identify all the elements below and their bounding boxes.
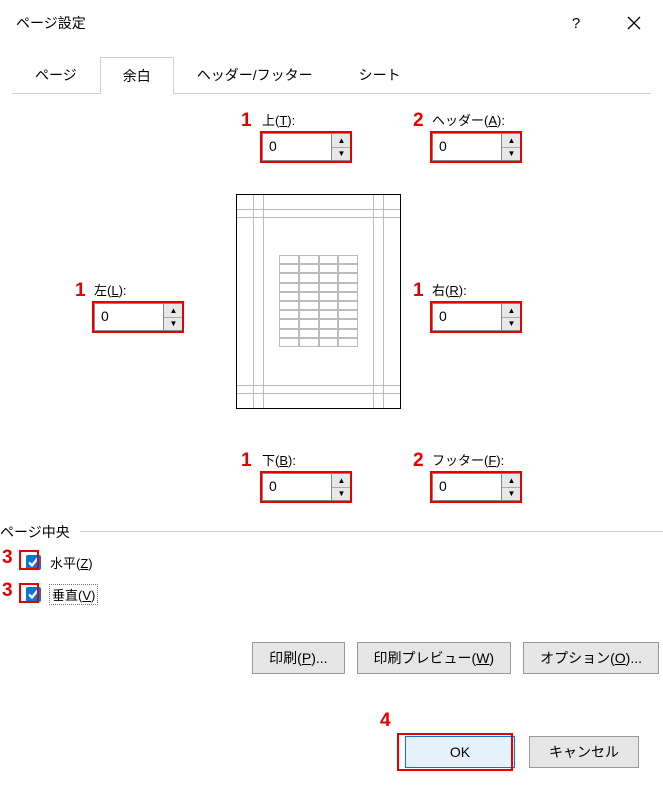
- spin-down[interactable]: ▼: [502, 148, 521, 161]
- margin-left-field: 左(L): 0 ▲▼: [94, 280, 204, 331]
- title-bar: ページ設定 ?: [0, 0, 663, 46]
- margin-header-value[interactable]: 0: [433, 134, 501, 160]
- margin-bottom-input[interactable]: 0 ▲▼: [262, 473, 352, 501]
- annotation-1d: 1: [241, 450, 252, 472]
- help-button[interactable]: ?: [547, 0, 605, 46]
- spin-down[interactable]: ▼: [502, 488, 521, 501]
- margin-bottom-field: 下(B): 0 ▲▼: [262, 450, 372, 501]
- margin-right-value[interactable]: 0: [433, 304, 501, 330]
- cancel-button[interactable]: キャンセル: [529, 736, 639, 768]
- tab-bar: ページ 余白 ヘッダー/フッター シート: [12, 56, 651, 94]
- margin-footer-value[interactable]: 0: [433, 474, 501, 500]
- margin-top-value[interactable]: 0: [263, 134, 331, 160]
- close-icon: [627, 16, 641, 30]
- print-preview-button[interactable]: 印刷プレビュー(W): [357, 642, 512, 674]
- annotation-2a: 2: [413, 110, 424, 132]
- annotation-4: 4: [380, 710, 391, 732]
- tab-page[interactable]: ページ: [12, 56, 100, 93]
- spin-up[interactable]: ▲: [332, 134, 351, 148]
- checkbox-horizontal-box[interactable]: [26, 555, 41, 570]
- margin-footer-input[interactable]: 0 ▲▼: [432, 473, 522, 501]
- annotation-1b: 1: [75, 280, 86, 302]
- margin-top-label: 上(T):: [262, 110, 372, 129]
- margin-right-input[interactable]: 0 ▲▼: [432, 303, 522, 331]
- ok-button[interactable]: OK: [405, 736, 515, 768]
- annotation-1c: 1: [413, 280, 424, 302]
- window-title: ページ設定: [16, 13, 547, 33]
- annotation-1a: 1: [241, 110, 252, 132]
- page-preview: [236, 194, 401, 409]
- margin-header-field: ヘッダー(A): 0 ▲▼: [432, 110, 542, 161]
- margin-footer-field: フッター(F): 0 ▲▼: [432, 450, 542, 501]
- bottom-button-row: 印刷(P)... 印刷プレビュー(W) オプション(O)...: [252, 642, 659, 674]
- margin-top-field: 上(T): 0 ▲▼: [262, 110, 372, 161]
- margin-left-label: 左(L):: [94, 280, 204, 299]
- tab-content: 上(T): 0 ▲▼ ヘッダー(A): 0 ▲▼ 左(L): 0 ▲▼ 右(R)…: [0, 94, 663, 706]
- center-section-label: ページ中央: [0, 522, 70, 542]
- options-button[interactable]: オプション(O)...: [523, 642, 659, 674]
- spin-up[interactable]: ▲: [502, 474, 521, 488]
- dialog-button-row: OK キャンセル: [405, 736, 639, 768]
- spin-up[interactable]: ▲: [502, 134, 521, 148]
- checkbox-horizontal-label: 水平(Z): [50, 553, 93, 572]
- annotation-3a: 3: [2, 547, 13, 569]
- tab-header-footer[interactable]: ヘッダー/フッター: [174, 56, 336, 93]
- margin-left-input[interactable]: 0 ▲▼: [94, 303, 184, 331]
- tab-sheet[interactable]: シート: [336, 56, 424, 93]
- spin-down[interactable]: ▼: [164, 318, 183, 331]
- margin-top-input[interactable]: 0 ▲▼: [262, 133, 352, 161]
- margin-bottom-value[interactable]: 0: [263, 474, 331, 500]
- spin-up[interactable]: ▲: [332, 474, 351, 488]
- tab-margins[interactable]: 余白: [100, 57, 174, 94]
- margin-left-value[interactable]: 0: [95, 304, 163, 330]
- spin-up[interactable]: ▲: [502, 304, 521, 318]
- margin-right-label: 右(R):: [432, 280, 542, 299]
- spin-down[interactable]: ▼: [332, 488, 351, 501]
- print-button[interactable]: 印刷(P)...: [252, 642, 344, 674]
- spin-up[interactable]: ▲: [164, 304, 183, 318]
- close-button[interactable]: [605, 0, 663, 46]
- center-horizontal-checkbox[interactable]: 水平(Z): [22, 552, 93, 573]
- margin-right-field: 右(R): 0 ▲▼: [432, 280, 542, 331]
- annotation-3b: 3: [2, 580, 13, 602]
- divider: [80, 531, 663, 532]
- annotation-2b: 2: [413, 450, 424, 472]
- margin-header-label: ヘッダー(A):: [432, 110, 542, 129]
- checkbox-vertical-label: 垂直(V): [50, 585, 97, 604]
- margin-header-input[interactable]: 0 ▲▼: [432, 133, 522, 161]
- spin-down[interactable]: ▼: [502, 318, 521, 331]
- margin-bottom-label: 下(B):: [262, 450, 372, 469]
- spin-down[interactable]: ▼: [332, 148, 351, 161]
- checkbox-vertical-box[interactable]: [26, 587, 41, 602]
- margin-footer-label: フッター(F):: [432, 450, 542, 469]
- center-vertical-checkbox[interactable]: 垂直(V): [22, 584, 97, 605]
